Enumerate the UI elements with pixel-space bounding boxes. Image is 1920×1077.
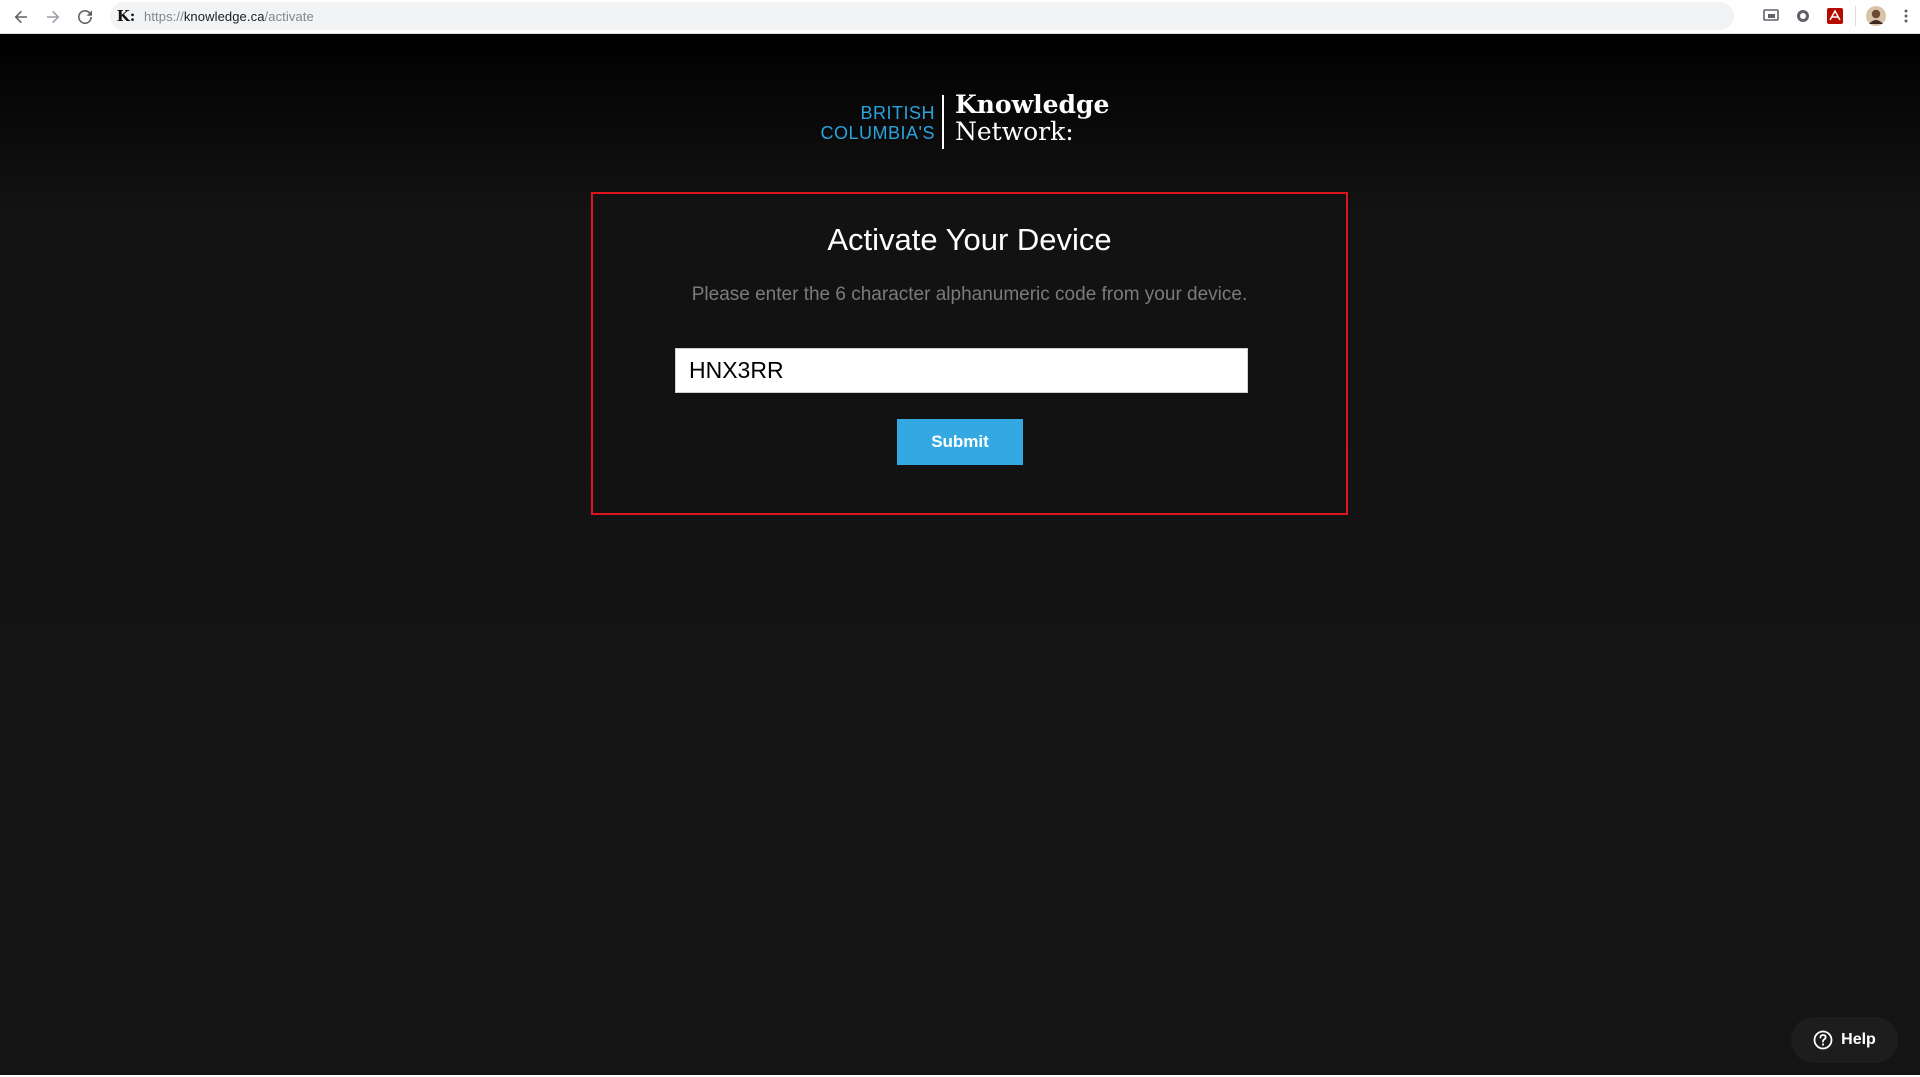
more-menu-icon <box>1904 9 1908 23</box>
extension-circle-icon <box>1797 10 1809 22</box>
activation-panel: Activate Your Device Please enter the 6 … <box>591 192 1348 515</box>
page-content: BRITISH COLUMBIA'S Knowledge Network: Ac… <box>0 34 1920 1077</box>
browser-toolbar: K: https://knowledge.ca/activate <box>0 0 1920 34</box>
url-text: https://knowledge.ca/activate <box>144 8 314 24</box>
extension-button[interactable] <box>1787 0 1819 32</box>
help-button[interactable]: Help <box>1791 1017 1898 1063</box>
pdf-extension-icon <box>1827 8 1843 24</box>
toolbar-separator <box>1855 6 1856 26</box>
instructions-text: Please enter the 6 character alphanumeri… <box>691 284 1248 305</box>
forward-button[interactable] <box>37 1 69 33</box>
back-arrow-icon <box>14 10 27 23</box>
logo-bc-text: BRITISH COLUMBIA'S <box>820 103 935 143</box>
page-title: Activate Your Device <box>827 222 1112 257</box>
help-circle-icon <box>1813 1030 1833 1050</box>
more-menu-button[interactable] <box>1892 0 1920 32</box>
profile-button[interactable] <box>1860 0 1892 32</box>
submit-button[interactable]: Submit <box>897 419 1023 465</box>
address-bar[interactable]: K: https://knowledge.ca/activate <box>110 2 1734 30</box>
profile-avatar <box>1866 6 1886 26</box>
forward-arrow-icon <box>47 10 60 23</box>
activation-code-input[interactable] <box>675 348 1248 393</box>
cast-button[interactable] <box>1755 0 1787 32</box>
logo-divider <box>942 95 944 149</box>
back-button[interactable] <box>5 1 37 33</box>
cast-icon <box>1763 9 1779 21</box>
knowledge-network-logo[interactable]: BRITISH COLUMBIA'S Knowledge Network: <box>820 91 1110 149</box>
reload-button[interactable] <box>69 1 101 33</box>
pdf-extension-button[interactable] <box>1819 0 1851 32</box>
reload-icon <box>78 9 92 24</box>
extensions-area <box>1755 0 1920 32</box>
site-favicon-icon: K: <box>116 7 136 25</box>
help-label: Help <box>1841 1031 1876 1048</box>
logo-brand-text: Knowledge Network: <box>955 90 1110 146</box>
